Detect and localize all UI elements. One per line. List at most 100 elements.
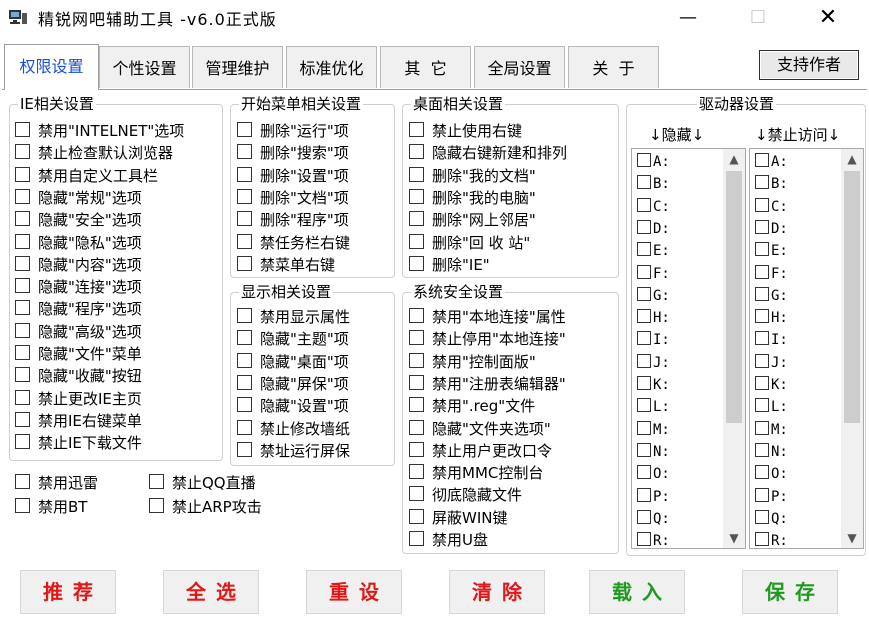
ie-option[interactable]: 隐藏"程序"选项 — [15, 298, 142, 320]
display-option[interactable]: 禁址运行屏保 — [237, 440, 350, 462]
desktop-option[interactable]: 删除"网上邻居" — [409, 209, 536, 231]
drive-option[interactable]: E: — [755, 240, 788, 262]
checkbox[interactable] — [409, 330, 424, 346]
drive-option[interactable]: J: — [755, 352, 788, 374]
drive-option[interactable]: H: — [755, 307, 788, 329]
checkbox[interactable] — [637, 487, 651, 502]
display-option[interactable]: 隐藏"主题"项 — [237, 328, 349, 350]
drive-option[interactable]: B: — [755, 173, 788, 195]
checkbox[interactable] — [409, 308, 424, 323]
checkbox[interactable] — [409, 144, 424, 160]
drive-option[interactable]: F: — [755, 263, 788, 285]
security-option[interactable]: 禁用U盘 — [409, 529, 488, 551]
checkbox[interactable] — [755, 331, 769, 346]
checkbox[interactable] — [409, 374, 424, 390]
scroll-down-arrow-icon[interactable]: ▼ — [841, 528, 863, 548]
checkbox[interactable] — [15, 122, 30, 137]
drive-option[interactable]: F: — [637, 263, 670, 285]
scroll-down-arrow-icon[interactable]: ▼ — [723, 528, 745, 548]
checkbox[interactable] — [637, 286, 651, 301]
checkbox[interactable] — [637, 264, 651, 279]
drive-option[interactable]: A: — [755, 151, 788, 173]
checkbox[interactable] — [637, 197, 651, 212]
ie-option[interactable]: 隐藏"收藏"按钮 — [15, 365, 142, 387]
checkbox[interactable] — [637, 376, 651, 390]
checkbox[interactable] — [15, 434, 30, 450]
display-option[interactable]: 隐藏"设置"项 — [237, 395, 349, 417]
drive-option[interactable]: I: — [755, 329, 788, 351]
drive-option[interactable]: P: — [755, 486, 788, 508]
support-author-button[interactable]: 支持作者 — [759, 50, 859, 80]
checkbox[interactable] — [237, 308, 252, 323]
checkbox[interactable] — [637, 398, 651, 413]
checkbox[interactable] — [15, 255, 30, 271]
checkbox[interactable] — [237, 188, 252, 204]
checkbox[interactable] — [409, 233, 424, 249]
checkbox[interactable] — [755, 398, 769, 413]
checkbox[interactable] — [409, 397, 424, 413]
checkbox[interactable] — [409, 166, 424, 182]
checkbox[interactable] — [755, 532, 769, 547]
checkbox[interactable] — [637, 242, 651, 257]
drive-option[interactable]: B: — [637, 173, 670, 195]
checkbox[interactable] — [237, 122, 252, 137]
drive-option[interactable]: N: — [637, 441, 670, 463]
checkbox[interactable] — [637, 331, 651, 346]
checkbox[interactable] — [237, 144, 252, 160]
checkbox[interactable] — [409, 531, 424, 546]
tab-permissions[interactable]: 权限设置 — [4, 44, 99, 90]
checkbox[interactable] — [755, 376, 769, 390]
checkbox[interactable] — [755, 153, 769, 167]
deny-access-drives-list[interactable]: A: B: C: D: E: F: G: H: I: J: K: L: M: N: O: P: Q: R: ▲ ▼ — [749, 148, 864, 549]
checkbox[interactable] — [15, 144, 30, 160]
checkbox[interactable] — [237, 374, 252, 390]
drive-option[interactable]: G: — [755, 285, 788, 307]
ie-option[interactable]: 禁用IE右键菜单 — [15, 410, 142, 432]
desktop-option[interactable]: 删除"我的电脑" — [409, 187, 536, 209]
deny-drives-scrollbar[interactable]: ▲ ▼ — [841, 149, 863, 548]
checkbox[interactable] — [409, 352, 424, 368]
security-option[interactable]: 隐藏"文件夹选项" — [409, 418, 551, 440]
checkbox[interactable] — [149, 498, 164, 513]
save-button[interactable]: 保存 — [742, 570, 838, 614]
checkbox[interactable] — [637, 219, 651, 234]
drive-option[interactable]: G: — [637, 285, 670, 307]
scroll-thumb[interactable] — [726, 171, 742, 423]
checkbox[interactable] — [15, 411, 30, 427]
drive-option[interactable]: H: — [637, 307, 670, 329]
checkbox[interactable] — [755, 197, 769, 212]
checkbox[interactable] — [755, 286, 769, 301]
checkbox[interactable] — [237, 441, 252, 457]
drive-option[interactable]: L: — [637, 396, 670, 418]
tab-global-settings[interactable]: 全局设置 — [474, 46, 565, 88]
checkbox[interactable] — [237, 255, 252, 271]
desktop-option[interactable]: 禁止使用右键 — [409, 120, 522, 142]
drive-option[interactable]: A: — [637, 151, 670, 173]
checkbox[interactable] — [755, 353, 769, 368]
checkbox[interactable] — [637, 509, 651, 524]
checkbox[interactable] — [637, 532, 651, 547]
checkbox[interactable] — [755, 242, 769, 257]
maximize-button[interactable]: ☐ — [738, 4, 778, 32]
desktop-option[interactable]: 删除"IE" — [409, 254, 490, 276]
start-menu-option[interactable]: 删除"程序"项 — [237, 209, 349, 231]
drive-option[interactable]: R: — [637, 530, 670, 552]
checkbox[interactable] — [755, 442, 769, 457]
checkbox[interactable] — [409, 508, 424, 524]
drive-option[interactable]: P: — [637, 486, 670, 508]
checkbox[interactable] — [755, 465, 769, 480]
misc-option[interactable]: 禁用BT — [15, 496, 87, 518]
ie-option[interactable]: 隐藏"内容"选项 — [15, 254, 142, 276]
drive-option[interactable]: D: — [637, 218, 670, 240]
misc-option[interactable]: 禁止QQ直播 — [149, 472, 256, 494]
checkbox[interactable] — [409, 419, 424, 435]
checkbox[interactable] — [409, 255, 424, 271]
ie-option[interactable]: 禁止更改IE主页 — [15, 388, 142, 410]
checkbox[interactable] — [755, 487, 769, 502]
start-menu-option[interactable]: 禁菜单右键 — [237, 254, 335, 276]
checkbox[interactable] — [15, 498, 30, 513]
checkbox[interactable] — [637, 175, 651, 190]
scroll-up-arrow-icon[interactable]: ▲ — [723, 149, 745, 169]
drive-option[interactable]: K: — [755, 374, 788, 396]
ie-option[interactable]: 禁用自定义工具栏 — [15, 165, 158, 187]
